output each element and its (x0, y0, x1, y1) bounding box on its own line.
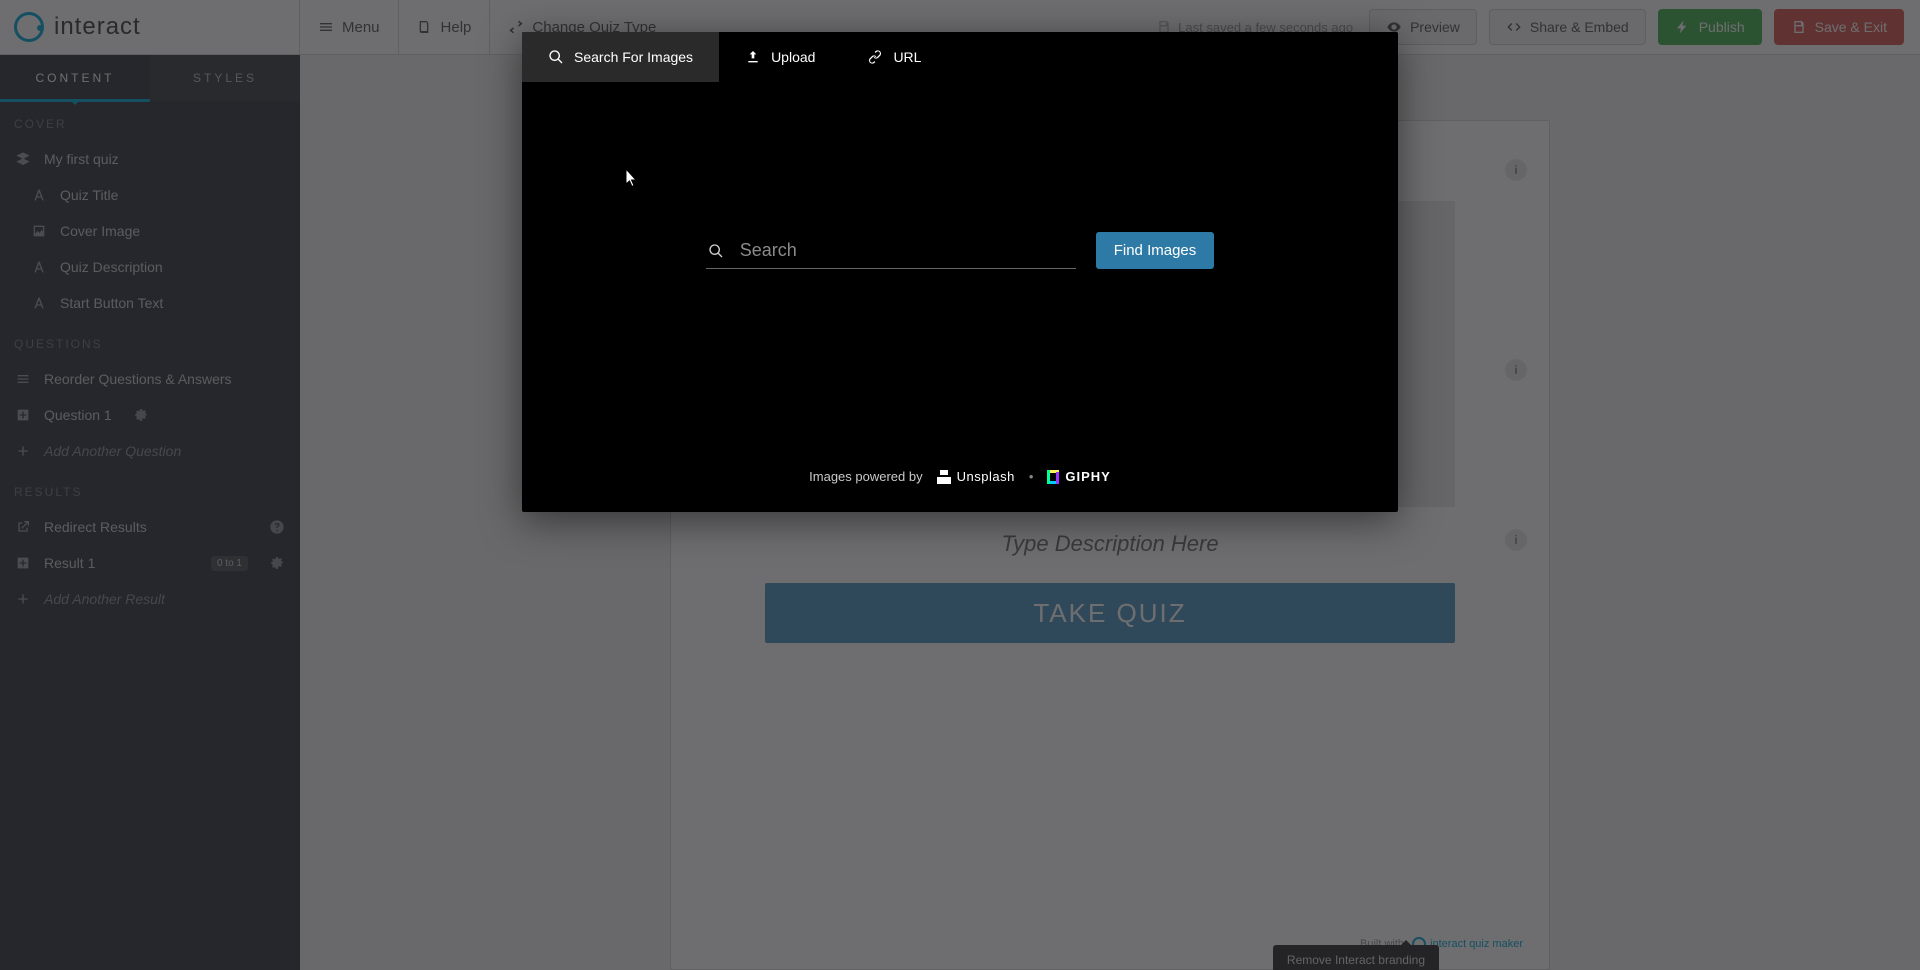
image-picker-modal: Search For Images Upload URL Find Imag (522, 32, 1398, 512)
modal-tab-url[interactable]: URL (841, 32, 947, 82)
giphy-text: GIPHY (1065, 469, 1110, 484)
modal-tab-search-label: Search For Images (574, 49, 693, 65)
modal-tab-url-label: URL (893, 49, 921, 65)
unsplash-logo[interactable]: Unsplash (937, 469, 1015, 484)
find-images-button[interactable]: Find Images (1096, 232, 1215, 269)
modal-tab-upload-label: Upload (771, 49, 815, 65)
attribution-lead: Images powered by (809, 469, 922, 484)
modal-tab-search[interactable]: Search For Images (522, 32, 719, 82)
search-icon (548, 49, 564, 65)
modal-tabs: Search For Images Upload URL (522, 32, 1398, 82)
search-icon (708, 243, 724, 259)
link-icon (867, 49, 883, 65)
image-search-field[interactable] (706, 233, 1076, 269)
giphy-logo[interactable]: GIPHY (1047, 469, 1110, 484)
find-images-label: Find Images (1114, 242, 1197, 259)
unsplash-text: Unsplash (957, 469, 1015, 484)
image-attribution: Images powered by Unsplash • GIPHY (522, 469, 1398, 484)
image-search-row: Find Images (562, 232, 1358, 269)
upload-icon (745, 49, 761, 65)
image-search-input[interactable] (738, 239, 1074, 262)
modal-body: Find Images Images powered by Unsplash •… (522, 82, 1398, 512)
unsplash-icon (937, 470, 951, 484)
giphy-icon (1047, 470, 1059, 484)
modal-tab-upload[interactable]: Upload (719, 32, 841, 82)
separator-dot: • (1029, 469, 1034, 484)
